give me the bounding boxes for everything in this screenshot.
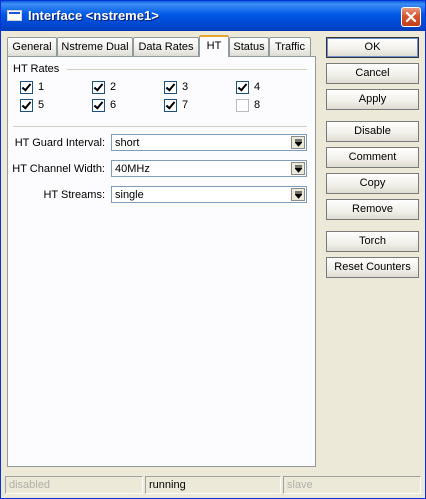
ht-rate-5-checkbox[interactable]	[20, 99, 33, 112]
ht-rate-7-checkbox[interactable]	[164, 99, 177, 112]
cancel-button[interactable]: Cancel	[326, 63, 419, 84]
reset-counters-button[interactable]: Reset Counters	[326, 257, 419, 278]
group-divider	[67, 69, 307, 70]
ht-rate-1-checkbox[interactable]	[20, 81, 33, 94]
close-button[interactable]	[401, 7, 421, 27]
streams-value: single	[115, 189, 144, 201]
comment-button[interactable]: Comment	[326, 147, 419, 168]
window-icon	[7, 10, 22, 21]
chevron-down-icon	[295, 165, 302, 173]
apply-button[interactable]: Apply	[326, 89, 419, 110]
ht-rate-5-label: 5	[38, 99, 45, 111]
ht-rate-8-checkbox[interactable]	[236, 99, 249, 112]
ht-rate-4-label: 4	[254, 81, 261, 93]
chevron-down-icon	[295, 191, 302, 199]
guard-interval-select[interactable]: short	[111, 134, 307, 151]
section-divider	[13, 126, 307, 127]
channel-width-label: HT Channel Width:	[12, 163, 105, 175]
remove-button[interactable]: Remove	[326, 199, 419, 220]
disable-button[interactable]: Disable	[326, 121, 419, 142]
ht-rate-3-checkbox[interactable]	[164, 81, 177, 94]
guard-interval-label: HT Guard Interval:	[14, 137, 105, 149]
status-running: running	[145, 476, 281, 494]
dropdown-arrow-button[interactable]	[291, 136, 305, 149]
status-bar: disabled running slave	[5, 476, 421, 494]
tab-nstreme-dual[interactable]: Nstreme Dual	[57, 37, 133, 56]
tab-data-rates[interactable]: Data Rates	[133, 37, 199, 56]
streams-select[interactable]: single	[111, 186, 307, 203]
channel-width-select[interactable]: 40MHz	[111, 160, 307, 177]
ht-rates-group-label: HT Rates	[13, 63, 60, 75]
tab-ht[interactable]: HT	[199, 35, 229, 57]
ht-rate-8-label: 8	[254, 99, 261, 111]
ht-rate-1-label: 1	[38, 81, 45, 93]
interface-dialog: Interface <nstreme1> General Nstreme Dua…	[0, 0, 426, 499]
ht-rate-4-checkbox[interactable]	[236, 81, 249, 94]
torch-button[interactable]: Torch	[326, 231, 419, 252]
close-icon	[405, 11, 417, 23]
tab-general[interactable]: General	[7, 37, 57, 56]
window-title: Interface <nstreme1>	[28, 8, 159, 23]
status-disabled: disabled	[5, 476, 143, 494]
tab-strip: General Nstreme Dual Data Rates HT Statu…	[7, 35, 311, 57]
channel-width-value: 40MHz	[115, 163, 150, 175]
status-slave: slave	[283, 476, 421, 494]
copy-button[interactable]: Copy	[326, 173, 419, 194]
ht-rate-6-label: 6	[110, 99, 117, 111]
title-bar[interactable]: Interface <nstreme1>	[1, 1, 425, 31]
ht-rate-2-label: 2	[110, 81, 117, 93]
ht-rate-2-checkbox[interactable]	[92, 81, 105, 94]
tab-status[interactable]: Status	[229, 37, 269, 56]
chevron-down-icon	[295, 139, 302, 147]
dropdown-arrow-button[interactable]	[291, 162, 305, 175]
ht-rate-3-label: 3	[182, 81, 189, 93]
ok-button[interactable]: OK	[326, 37, 419, 58]
ht-rate-7-label: 7	[182, 99, 189, 111]
tab-panel-ht	[7, 56, 316, 467]
streams-label: HT Streams:	[43, 189, 105, 201]
guard-interval-value: short	[115, 137, 140, 149]
dropdown-arrow-button[interactable]	[291, 188, 305, 201]
tab-traffic[interactable]: Traffic	[269, 37, 311, 56]
ht-rate-6-checkbox[interactable]	[92, 99, 105, 112]
